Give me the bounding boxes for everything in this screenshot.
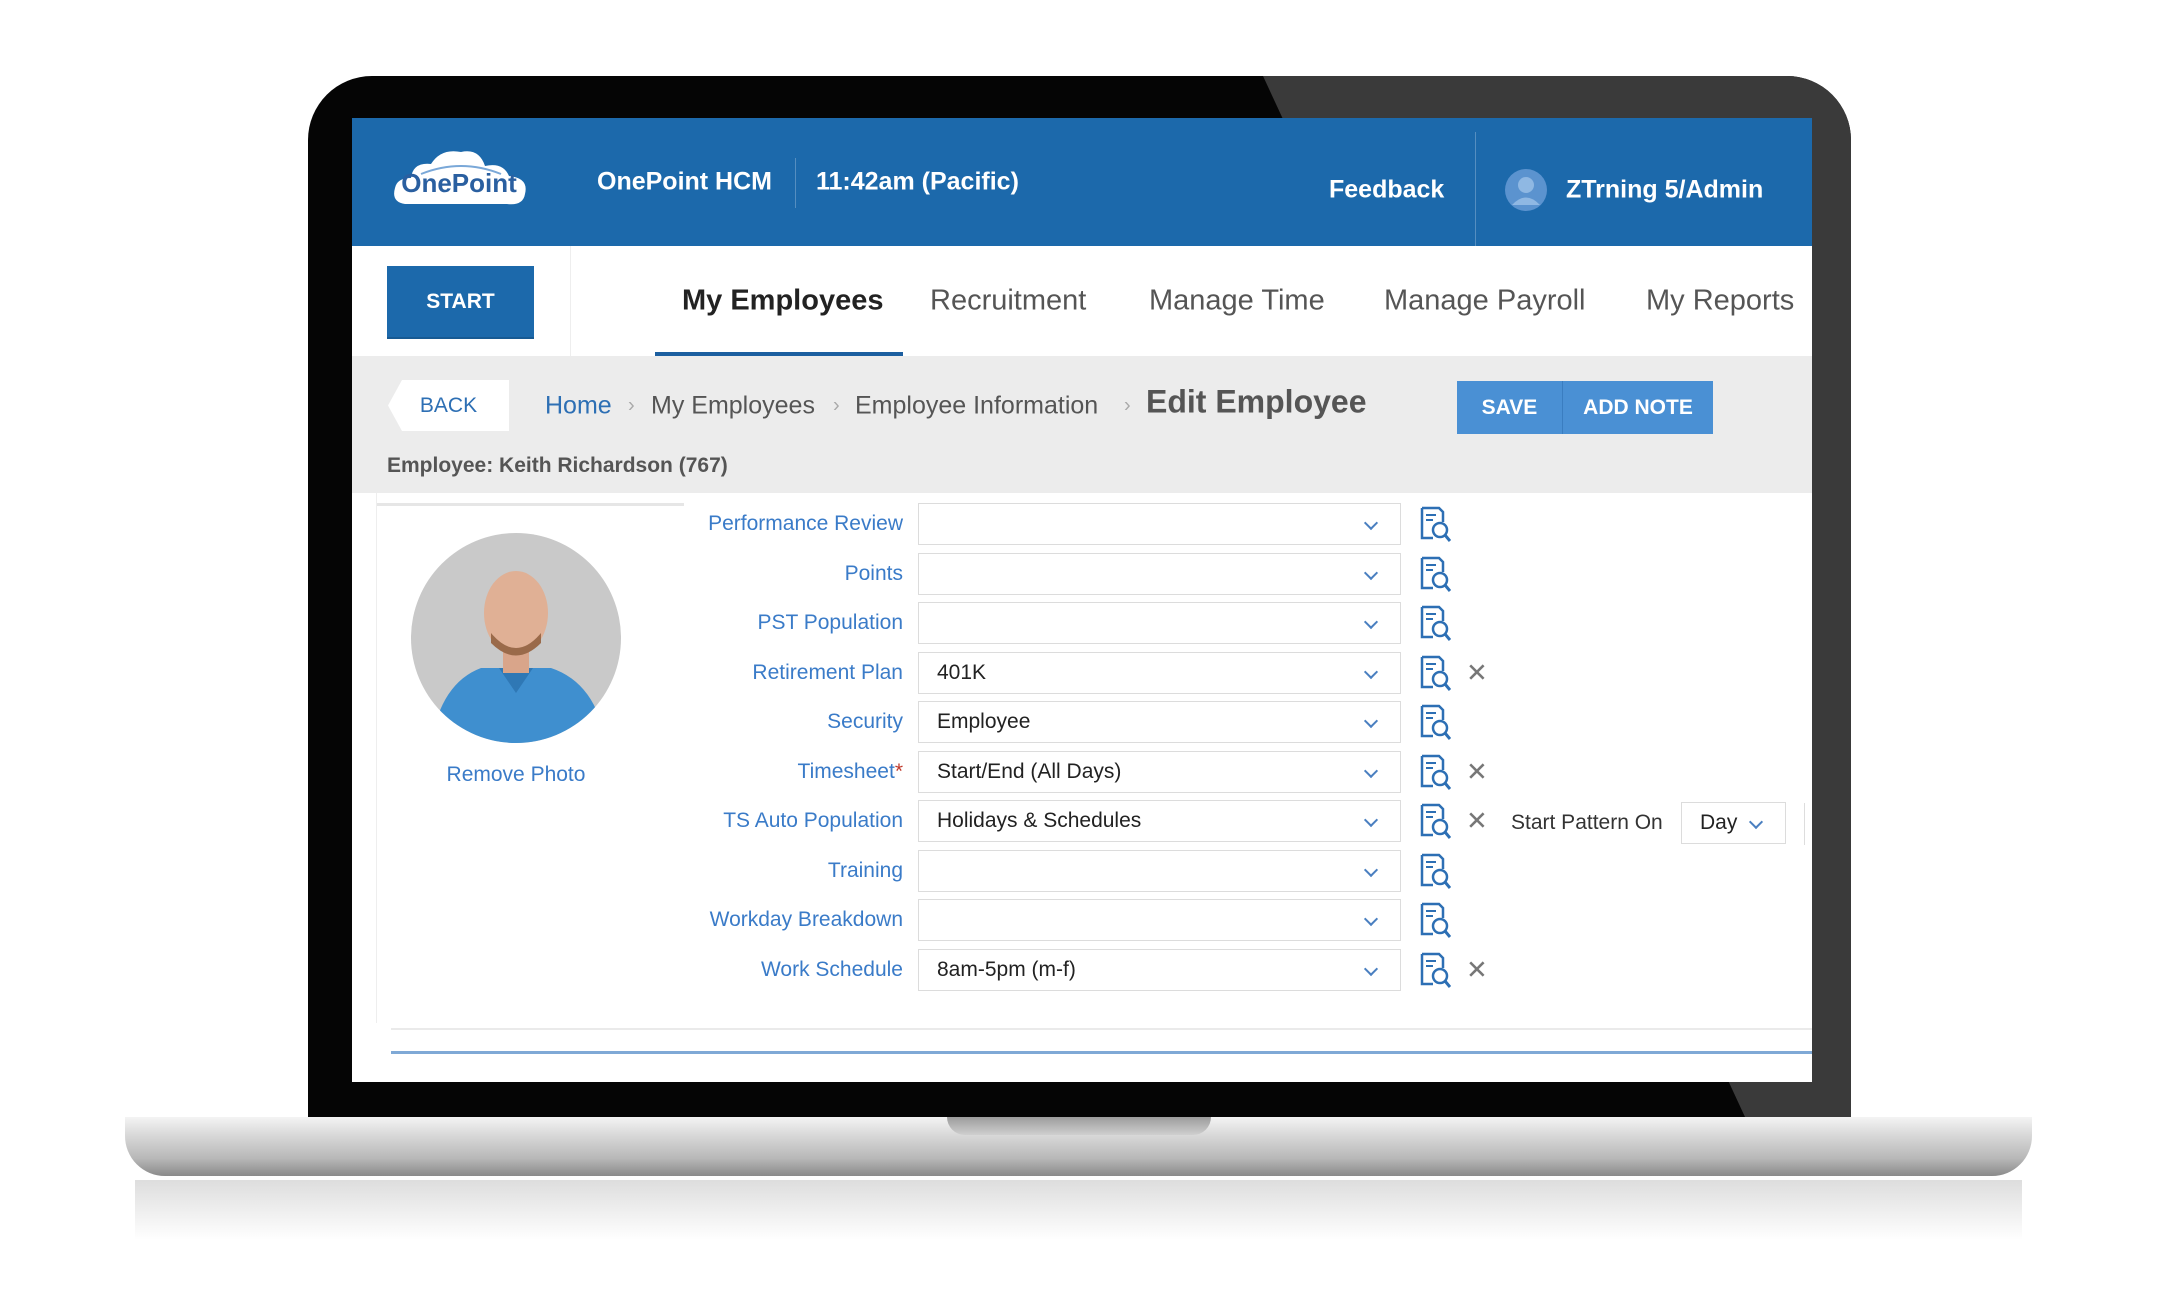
field-label-security: Security [827, 710, 903, 733]
select-ts-auto-population[interactable]: Holidays & Schedules [918, 800, 1401, 842]
field-label-workday-breakdown: Workday Breakdown [709, 908, 903, 931]
breadcrumb-home[interactable]: Home [545, 392, 612, 421]
chevron-down-icon [1363, 961, 1379, 976]
tab-my-reports[interactable]: My Reports [1646, 285, 1794, 318]
field-label-retirement-plan: Retirement Plan [752, 660, 903, 684]
user-avatar-icon[interactable] [1504, 168, 1548, 212]
chevron-down-icon [1363, 565, 1379, 580]
employee-photo [411, 533, 621, 743]
field-label-training: Training [827, 858, 903, 882]
clear-icon[interactable]: ✕ [1466, 657, 1488, 688]
tab-manage-time[interactable]: Manage Time [1149, 285, 1325, 318]
lookup-search-icon[interactable] [1419, 655, 1452, 691]
start-pattern-label: Start Pattern On [1511, 811, 1663, 834]
add-note-button[interactable]: ADD NOTE [1563, 381, 1713, 434]
start-pattern-select[interactable]: Day [1681, 802, 1786, 844]
page-title: Edit Employee [1146, 383, 1367, 420]
app-screen: OnePoint OnePoint HCM 11:42am (Pacific) … [352, 118, 1812, 1082]
chevron-down-icon [1363, 862, 1379, 877]
chevron-down-icon [1363, 812, 1379, 828]
lookup-search-icon[interactable] [1419, 605, 1452, 641]
field-label-performance-review: Performance Review [708, 512, 903, 535]
lookup-search-icon[interactable] [1419, 754, 1452, 790]
clear-icon[interactable]: ✕ [1466, 756, 1488, 787]
field-label-points: Points [844, 561, 903, 585]
save-button[interactable]: SAVE [1457, 381, 1562, 434]
lookup-search-icon[interactable] [1419, 952, 1452, 988]
top-header: OnePoint OnePoint HCM 11:42am (Pacific) … [352, 118, 1812, 246]
select-timesheet[interactable]: Start/End (All Days) [918, 750, 1401, 793]
current-time: 11:42am (Pacific) [816, 167, 1019, 196]
lookup-search-icon[interactable] [1419, 853, 1452, 889]
chevron-down-icon [1363, 515, 1379, 531]
page-toolbar: BACK Home › My Employees › Employee Info… [352, 356, 1812, 493]
lookup-search-icon[interactable] [1419, 803, 1452, 839]
tab-my-employees[interactable]: My Employees [682, 285, 883, 318]
breadcrumb-employee-information[interactable]: Employee Information [855, 392, 1098, 421]
required-mark: * [894, 759, 903, 783]
chevron-down-icon [1363, 713, 1379, 729]
employee-name: Employee: Keith Richardson (767) [387, 454, 728, 477]
field-label-work-schedule: Work Schedule [760, 957, 903, 981]
select-work-schedule[interactable]: 8am-5pm (m-f) [918, 948, 1401, 991]
lookup-search-icon[interactable] [1419, 902, 1452, 938]
start-button[interactable]: START [387, 266, 534, 337]
back-button[interactable]: BACK [388, 380, 509, 431]
clear-icon[interactable]: ✕ [1466, 806, 1488, 837]
select-security[interactable]: Employee [918, 701, 1401, 743]
edit-employee-form: Remove Photo Performance Review Points PST… [352, 493, 1812, 1082]
tab-manage-payroll[interactable]: Manage Payroll [1384, 285, 1586, 318]
chevron-down-icon [1363, 911, 1379, 927]
field-label-ts-auto-population: TS Auto Population [723, 809, 903, 832]
chevron-down-icon [1363, 763, 1379, 778]
feedback-link[interactable]: Feedback [1329, 176, 1444, 205]
chevron-down-icon [1748, 814, 1764, 830]
select-pst-population[interactable] [918, 602, 1401, 644]
laptop-notch [947, 1117, 1211, 1135]
user-menu[interactable]: ZTrning 5/Admin [1566, 176, 1763, 205]
select-workday-breakdown[interactable] [918, 899, 1401, 941]
lookup-search-icon[interactable] [1419, 556, 1452, 592]
chevron-down-icon [1363, 614, 1379, 630]
main-nav: START My Employees Recruitment Manage Ti… [352, 246, 1812, 356]
breadcrumb-my-employees[interactable]: My Employees [651, 392, 815, 421]
field-label-timesheet: Timesheet* [797, 759, 903, 783]
select-training[interactable] [918, 849, 1401, 892]
clear-icon[interactable]: ✕ [1466, 954, 1488, 985]
chevron-down-icon [1363, 664, 1379, 679]
tab-recruitment[interactable]: Recruitment [930, 285, 1086, 318]
select-retirement-plan[interactable]: 401K [918, 651, 1401, 694]
select-performance-review[interactable] [918, 503, 1401, 545]
remove-photo-link[interactable]: Remove Photo [447, 763, 586, 787]
select-points[interactable] [918, 552, 1401, 595]
app-name: OnePoint HCM [597, 167, 772, 196]
field-label-pst-population: PST Population [757, 611, 903, 634]
lookup-search-icon[interactable] [1419, 704, 1452, 740]
lookup-search-icon[interactable] [1419, 506, 1452, 542]
onepoint-logo: OnePoint [394, 151, 526, 205]
